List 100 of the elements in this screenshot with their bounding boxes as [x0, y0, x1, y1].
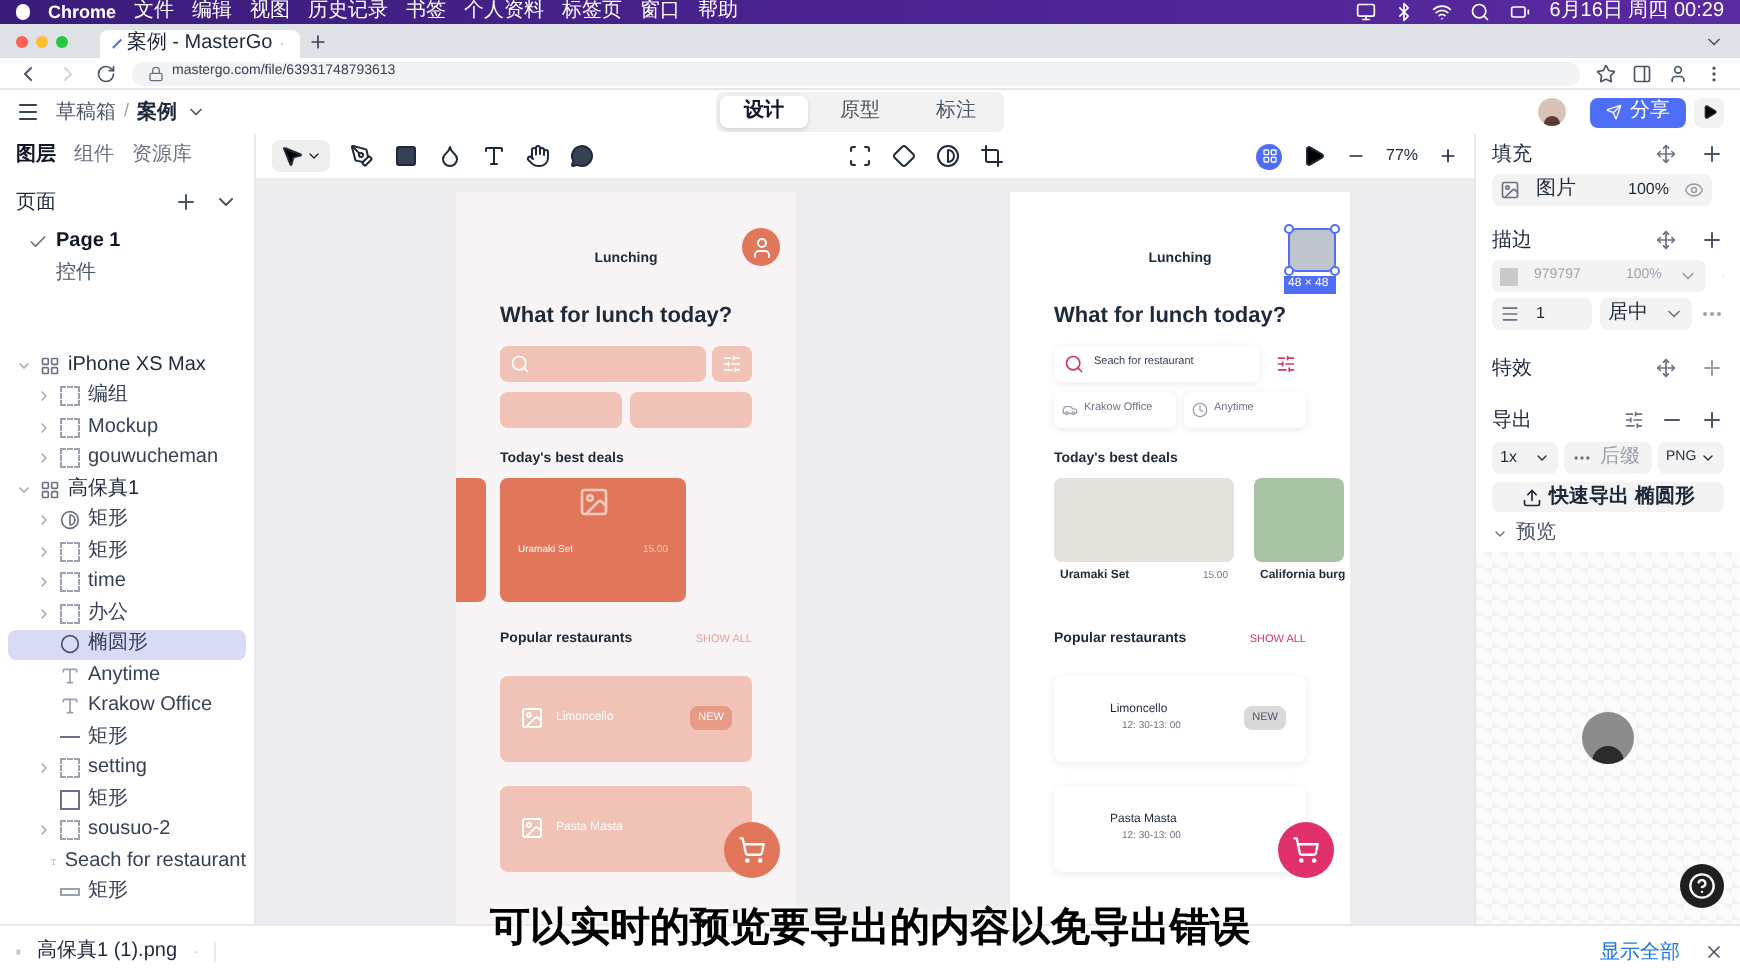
caret-icon[interactable]: [36, 512, 52, 529]
add-icon[interactable]: [1700, 142, 1724, 166]
battery-icon[interactable]: [1507, 2, 1532, 22]
move-tool-button[interactable]: [272, 140, 330, 172]
side-panel-icon[interactable]: [1632, 63, 1652, 83]
menu-item[interactable]: 标签页: [562, 2, 623, 22]
zoom-in-icon[interactable]: [1438, 146, 1459, 166]
move-icon[interactable]: [1656, 358, 1676, 378]
square-icon[interactable]: [394, 144, 418, 168]
reload-icon[interactable]: [96, 63, 116, 83]
layer-item[interactable]: setting: [8, 753, 246, 784]
lock-icon: [148, 65, 164, 81]
layer-item[interactable]: Krakow Office: [8, 691, 246, 722]
layer-item[interactable]: 矩形: [8, 722, 246, 753]
show-all-link[interactable]: 显示全部: [1600, 937, 1680, 967]
share-button[interactable]: 分享: [1590, 97, 1686, 127]
cart-button[interactable]: [724, 822, 780, 878]
hand-icon[interactable]: [526, 144, 550, 168]
search-icon[interactable]: [1469, 2, 1490, 22]
menu-item[interactable]: 帮助: [698, 2, 739, 22]
scale-select[interactable]: 1x: [1492, 442, 1558, 474]
page-item[interactable]: 控件: [0, 258, 254, 290]
mode-tab[interactable]: 设计: [720, 96, 808, 128]
avatar-icon[interactable]: [1538, 98, 1566, 126]
download-item[interactable]: 高保真1 (1).png: [16, 942, 216, 962]
image-icon: [577, 486, 609, 518]
fill-drop-icon[interactable]: [438, 144, 462, 168]
panel-tab[interactable]: 图层: [16, 146, 56, 166]
pointer-icon: [280, 144, 304, 168]
star-icon[interactable]: [1596, 63, 1616, 83]
add-icon[interactable]: [1700, 408, 1724, 432]
bluetooth-icon[interactable]: [1393, 2, 1414, 22]
menu-item[interactable]: 视图: [250, 2, 291, 22]
settings-icon[interactable]: [1624, 410, 1644, 430]
mode-tab[interactable]: 标注: [912, 96, 1000, 128]
new-tab-icon[interactable]: [308, 32, 328, 52]
monitor-icon[interactable]: [1355, 2, 1376, 22]
layer-item[interactable]: Anytime: [8, 660, 246, 691]
browser-tab[interactable]: 案例 - MasterGo: [100, 30, 300, 58]
contrast-icon[interactable]: [935, 144, 959, 168]
layer-item[interactable]: sousuo-2: [8, 815, 246, 846]
pen-icon[interactable]: [350, 144, 374, 168]
close-icon[interactable]: [1704, 942, 1724, 962]
layer-item[interactable]: 办公: [8, 598, 246, 629]
caret-icon[interactable]: [36, 605, 52, 622]
layer-item[interactable]: 高保真1: [8, 474, 246, 505]
menu-item[interactable]: 个人资料: [464, 2, 545, 22]
layer-item[interactable]: Mockup: [8, 412, 246, 443]
apple-logo-icon[interactable]: [16, 4, 30, 20]
breadcrumb-link[interactable]: 草稿箱: [56, 97, 116, 127]
mode-tab[interactable]: 原型: [816, 96, 904, 128]
search-field[interactable]: [500, 345, 706, 381]
panel-tab[interactable]: 资源库: [132, 146, 192, 166]
caret-icon[interactable]: [36, 822, 52, 839]
play-button[interactable]: [1694, 97, 1724, 127]
menu-icon[interactable]: [16, 100, 40, 124]
layer-item[interactable]: Seach for restaurant: [8, 846, 246, 877]
move-icon[interactable]: [1656, 144, 1676, 164]
layer-item[interactable]: gouwucheman: [8, 443, 246, 474]
crop-icon[interactable]: [979, 144, 1003, 168]
add-icon[interactable]: [1700, 228, 1724, 252]
zoom-level[interactable]: 77%: [1386, 144, 1419, 168]
layer-item[interactable]: 编组: [8, 381, 246, 412]
menu-item[interactable]: Chrome: [48, 3, 117, 21]
page-item[interactable]: Page 1: [0, 226, 254, 258]
fill-row[interactable]: 图片 100%: [1492, 174, 1713, 206]
caret-icon[interactable]: [36, 760, 52, 777]
menu-item[interactable]: 书签: [406, 2, 447, 22]
help-button[interactable]: [1680, 864, 1724, 908]
layer-item[interactable]: 矩形: [8, 536, 246, 567]
play-icon[interactable]: [1302, 144, 1326, 168]
layer-item[interactable]: 矩形: [8, 505, 246, 536]
caret-icon[interactable]: [36, 574, 52, 591]
layer-item[interactable]: 矩形: [8, 877, 246, 908]
menu-item[interactable]: 历史记录: [308, 2, 389, 22]
caret-icon[interactable]: [36, 419, 52, 436]
preview-toggle[interactable]: 预览: [1492, 520, 1724, 548]
layer-item[interactable]: time: [8, 567, 246, 598]
profile-icon[interactable]: [1668, 63, 1688, 83]
heading: What for lunch today?: [1054, 302, 1289, 332]
layer-item[interactable]: 矩形: [8, 784, 246, 815]
add-icon[interactable]: [174, 190, 198, 214]
grid-button[interactable]: [1256, 143, 1282, 169]
layer-item[interactable]: iPhone XS Max: [8, 350, 246, 381]
component-icon[interactable]: [891, 144, 915, 168]
move-icon[interactable]: [1656, 230, 1676, 250]
layer-item[interactable]: 椭圆形: [8, 629, 246, 660]
frame-icon[interactable]: [847, 144, 871, 168]
menu-item[interactable]: 编辑: [192, 2, 233, 22]
text-tool-icon[interactable]: [482, 144, 506, 168]
quick-export-button[interactable]: 快速导出 椭圆形: [1492, 482, 1724, 512]
caret-icon[interactable]: [36, 388, 52, 405]
cart-button[interactable]: [1278, 822, 1334, 878]
wifi-icon[interactable]: [1431, 2, 1452, 22]
panel-tab[interactable]: 组件: [74, 146, 114, 166]
caret-icon[interactable]: [36, 450, 52, 467]
file-name[interactable]: 案例: [137, 97, 178, 127]
avatar-selection[interactable]: [1288, 228, 1336, 272]
caret-icon[interactable]: [36, 543, 52, 560]
comment-icon[interactable]: [570, 144, 594, 168]
